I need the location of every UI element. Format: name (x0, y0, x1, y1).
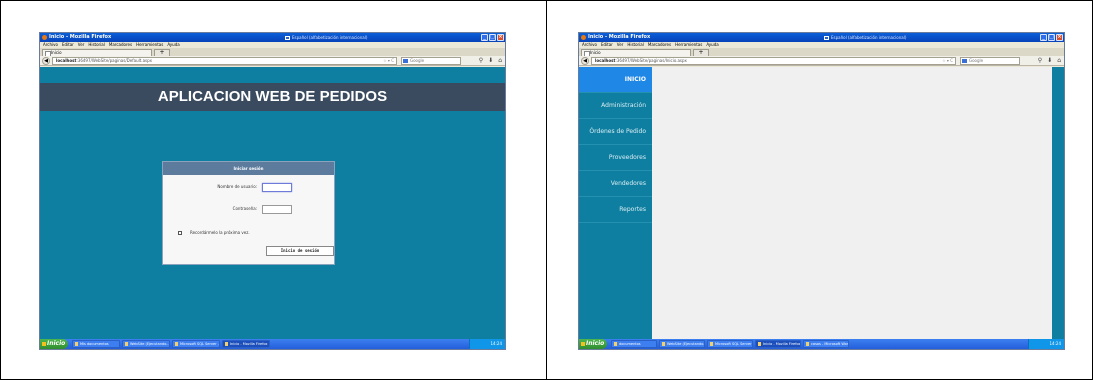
firefox-icon (581, 35, 586, 40)
download-icon[interactable]: ⬇ (1047, 57, 1052, 65)
task-firefox[interactable]: Inicio - Mozilla Firefox (755, 340, 801, 348)
username-label: Nombre de usuario: (217, 184, 257, 189)
task-documentos[interactable]: documentos (611, 340, 657, 348)
taskbar-tasks: documentos WebSite (Ejecutando... Micros… (611, 340, 849, 348)
back-button[interactable]: ◀ (42, 57, 50, 65)
language-flag-icon (285, 36, 290, 40)
remember-label: Recordármelo la próxima vez. (190, 230, 250, 235)
page-content: APLICACION WEB DE PEDIDOS Iniciar sesión… (40, 67, 505, 339)
reload-icon[interactable]: ☆ ▾ C (942, 58, 953, 64)
sidebar-menu: INICIO Administración Órdenes de Pedido … (579, 67, 652, 339)
task-website[interactable]: WebSite (Ejecutando... (122, 340, 170, 348)
reload-icon[interactable]: ☆ ▾ C (383, 58, 394, 64)
start-button[interactable]: Inicio (40, 339, 68, 349)
sidebar-item-administracion[interactable]: Administración (579, 93, 652, 119)
language-label: Español (alfabetización internacional) (831, 35, 907, 40)
password-row: Contraseña: (163, 204, 334, 214)
sidebar-item-vendedores[interactable]: Vendedores (579, 171, 652, 197)
clock: 14:24 (1049, 341, 1061, 346)
right-screenshot-frame: Inicio - Mozilla Firefox Español (alfabe… (546, 0, 1093, 380)
username-input[interactable] (262, 183, 292, 192)
url-host: localhost (595, 58, 616, 63)
task-sql-server[interactable]: Microsoft SQL Server ... (172, 340, 220, 348)
search-engine-label: Google (969, 58, 984, 63)
password-label: Contraseña: (232, 206, 257, 211)
search-bar[interactable]: Google (401, 57, 461, 65)
firefox-icon (42, 35, 47, 40)
password-input[interactable] (262, 205, 292, 214)
login-title: Iniciar sesión (163, 162, 334, 175)
home-screenshot: Inicio - Mozilla Firefox Español (alfabe… (578, 32, 1065, 350)
search-engine-label: Google (410, 58, 425, 63)
task-sql-server[interactable]: Microsoft SQL Server ... (707, 340, 753, 348)
right-margin (1052, 67, 1064, 339)
url-host: localhost (56, 58, 77, 63)
task-website[interactable]: WebSite (Ejecutando... (659, 340, 705, 348)
tab-strip: Inicio + (40, 48, 505, 57)
window-controls: _ □ × (1040, 34, 1063, 41)
window-titlebar: Inicio - Mozilla Firefox Español (alfabe… (579, 33, 1064, 42)
url-bar[interactable]: localhost:36497/WebSite/paginas/Inicio.a… (591, 57, 956, 65)
task-mis-documentos[interactable]: Mis documentos (72, 340, 120, 348)
close-button[interactable]: × (1056, 34, 1063, 41)
toolbar-icons: ⚲ ⬇ ⌂ (479, 57, 502, 65)
home-icon[interactable]: ⌂ (498, 57, 502, 65)
start-button[interactable]: Inicio (579, 339, 607, 349)
language-flag-icon (824, 36, 829, 40)
tab-inicio[interactable]: Inicio (42, 49, 152, 57)
url-path: :36497/WebSite/paginas/Default.aspx (76, 58, 153, 63)
tab-strip: Inicio + (579, 48, 1064, 57)
remember-row: Recordármelo la próxima vez. (178, 230, 250, 236)
maximize-button[interactable]: □ (1048, 34, 1055, 41)
minimize-button[interactable]: _ (1040, 34, 1047, 41)
navigation-bar: ◀ localhost:36497/WebSite/paginas/Inicio… (579, 56, 1064, 66)
maximize-button[interactable]: □ (489, 34, 496, 41)
sidebar-item-reportes[interactable]: Reportes (579, 197, 652, 223)
window-title: Inicio - Mozilla Firefox (588, 34, 651, 40)
sidebar-item-inicio[interactable]: INICIO (579, 67, 652, 93)
window-controls: _ □ × (481, 34, 504, 41)
app-title: APLICACION WEB DE PEDIDOS (40, 83, 505, 111)
home-icon[interactable]: ⌂ (1057, 57, 1061, 65)
window-titlebar: Inicio - Mozilla Firefox Español (alfabe… (40, 33, 505, 42)
left-screenshot-frame: Inicio - Mozilla Firefox Español (alfabe… (0, 0, 547, 380)
new-tab-button[interactable]: + (693, 49, 709, 56)
search-icon[interactable]: ⚲ (1038, 57, 1042, 65)
minimize-button[interactable]: _ (481, 34, 488, 41)
language-indicator[interactable]: Español (alfabetización internacional) (824, 33, 906, 42)
task-firefox[interactable]: Inicio - Mozilla Firefox (222, 340, 270, 348)
search-bar[interactable]: Google (960, 57, 1020, 65)
username-row: Nombre de usuario: (163, 182, 334, 192)
login-button[interactable]: Inicio de sesión (266, 246, 334, 256)
navigation-bar: ◀ localhost:36497/WebSite/paginas/Defaul… (40, 56, 505, 66)
clock: 14:24 (490, 341, 502, 346)
tab-inicio[interactable]: Inicio (581, 49, 691, 57)
login-form: Iniciar sesión Nombre de usuario: Contra… (162, 161, 335, 265)
back-button[interactable]: ◀ (581, 57, 589, 65)
main-content-area (652, 67, 1052, 339)
taskbar: Inicio documentos WebSite (Ejecutando...… (579, 339, 1064, 349)
taskbar-tasks: Mis documentos WebSite (Ejecutando... Mi… (72, 340, 270, 348)
system-tray: 14:24 (469, 339, 505, 349)
page-content: INICIO Administración Órdenes de Pedido … (579, 67, 1064, 339)
taskbar: Inicio Mis documentos WebSite (Ejecutand… (40, 339, 505, 349)
language-indicator[interactable]: Español (alfabetización internacional) (285, 33, 367, 42)
close-button[interactable]: × (497, 34, 504, 41)
search-icon[interactable]: ⚲ (479, 57, 483, 65)
sidebar-item-ordenes-de-pedido[interactable]: Órdenes de Pedido (579, 119, 652, 145)
login-screenshot: Inicio - Mozilla Firefox Español (alfabe… (39, 32, 506, 350)
new-tab-button[interactable]: + (154, 49, 170, 56)
language-label: Español (alfabetización internacional) (292, 35, 368, 40)
window-title: Inicio - Mozilla Firefox (49, 34, 112, 40)
download-icon[interactable]: ⬇ (488, 57, 493, 65)
url-bar[interactable]: localhost:36497/WebSite/paginas/Default.… (52, 57, 397, 65)
remember-checkbox[interactable] (178, 231, 182, 235)
sidebar-item-proveedores[interactable]: Proveedores (579, 145, 652, 171)
toolbar-icons: ⚲ ⬇ ⌂ (1038, 57, 1061, 65)
system-tray: 14:24 (1028, 339, 1064, 349)
task-word[interactable]: casos - Microsoft Word (803, 340, 849, 348)
url-path: :36497/WebSite/paginas/Inicio.aspx (615, 58, 687, 63)
